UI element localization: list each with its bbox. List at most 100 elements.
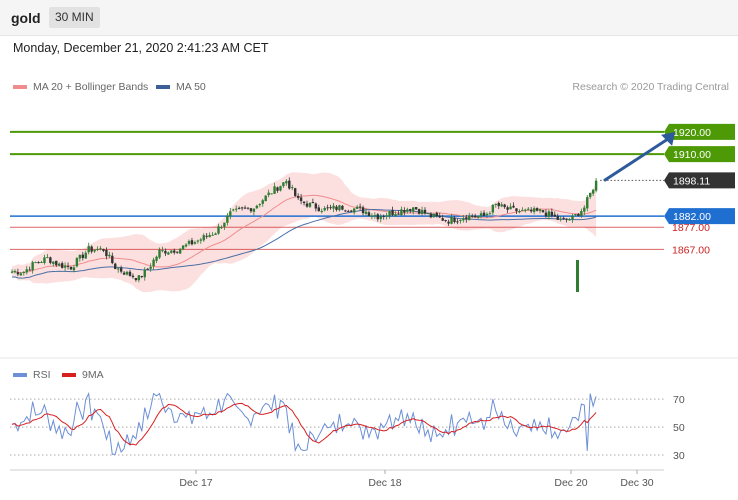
candle (270, 193, 273, 195)
candle-body (465, 217, 468, 220)
candle-body (583, 207, 586, 212)
candle-body (31, 262, 34, 271)
candle-body (60, 263, 64, 268)
candle-body (117, 268, 120, 270)
bollinger-band (12, 172, 597, 293)
candle-body (482, 212, 486, 216)
candle-body (538, 209, 542, 212)
rsi-tick-50: 50 (673, 422, 685, 434)
candle-body (471, 215, 474, 217)
level-label-1877-00: 1877.00 (672, 222, 710, 234)
candle-body (450, 217, 453, 224)
candle-body (58, 263, 61, 266)
candle-body (586, 197, 589, 209)
candle-body (559, 218, 562, 220)
candle-body (220, 227, 223, 229)
candle-body (305, 203, 309, 207)
candle-body (199, 239, 202, 241)
candle-body (111, 255, 114, 264)
candle-body (232, 209, 235, 211)
candle-body (291, 187, 294, 189)
candle-body (335, 206, 338, 210)
candle-body (46, 257, 49, 259)
candle-body (208, 235, 211, 238)
price-chart[interactable]: 1920.001910.001898.111882.001877.001867.… (0, 0, 738, 500)
candle-body (84, 252, 87, 259)
candle-body (255, 205, 259, 209)
candle-body (52, 261, 55, 264)
candle-body (314, 203, 318, 209)
candle-body (211, 234, 214, 236)
candle-body (527, 208, 530, 210)
candle-body (400, 209, 403, 216)
candle-body (361, 207, 365, 214)
candle-body (394, 214, 397, 216)
candle-body (128, 271, 132, 276)
candle-body (226, 215, 229, 223)
candle-body (294, 188, 297, 196)
candle (114, 262, 117, 270)
candle-body (553, 214, 556, 217)
candle-body (326, 207, 329, 209)
candle-body (329, 207, 332, 209)
candle-body (102, 249, 105, 251)
candle-body (276, 187, 279, 191)
candle-body (532, 208, 536, 212)
candle (594, 178, 598, 193)
rsi-tick-30: 30 (673, 450, 685, 462)
level-text: 1920.00 (673, 127, 711, 139)
candle-body (574, 214, 577, 216)
candle-body (264, 195, 267, 202)
candle-body (591, 189, 595, 194)
candle-body (530, 209, 533, 212)
candle-body (49, 257, 52, 263)
candle-body (252, 208, 256, 212)
candle-body (373, 215, 377, 217)
candle-body (240, 207, 244, 209)
candle-body (19, 273, 23, 276)
candle-body (568, 219, 571, 221)
candle-body (302, 201, 306, 204)
rsi-line (11, 391, 597, 455)
candle-body (137, 275, 141, 281)
candle-body (178, 248, 182, 254)
candle-body (72, 267, 76, 271)
level-label-1867-00: 1867.00 (672, 244, 710, 256)
candle-body (379, 216, 382, 220)
candle-body (81, 254, 84, 258)
candle-body (149, 266, 152, 269)
candle-body (468, 215, 471, 221)
candle-body (344, 210, 347, 212)
candle-body (358, 206, 362, 208)
candle-body (25, 269, 28, 273)
candle-body (550, 211, 554, 216)
candle-body (285, 181, 288, 184)
candle-body (503, 204, 506, 208)
candle-body (217, 226, 220, 234)
candle-body (75, 258, 79, 267)
candle-body (589, 192, 592, 197)
candle-body (173, 250, 176, 253)
level-label-1910-00: 1910.00 (664, 146, 735, 163)
candle-body (249, 208, 253, 212)
candle-body (509, 206, 512, 210)
candle-body (385, 215, 388, 217)
candle-body (37, 262, 40, 264)
candle-body (28, 269, 31, 271)
candle-body (562, 217, 565, 219)
candle-body (164, 250, 167, 254)
candle-body (347, 210, 350, 212)
level-text: 1867.00 (672, 244, 710, 256)
candle (75, 257, 79, 268)
candle-body (426, 212, 430, 214)
candle-body (16, 272, 20, 275)
candle-body (140, 276, 143, 278)
candle-body (40, 261, 43, 263)
candle-body (105, 250, 108, 257)
candle-body (279, 186, 282, 191)
candle-body (432, 213, 436, 218)
forecast-arrow (603, 137, 669, 182)
candle-body (170, 250, 173, 253)
candle-body (547, 211, 551, 217)
x-tick-label: Dec 17 (179, 477, 212, 489)
